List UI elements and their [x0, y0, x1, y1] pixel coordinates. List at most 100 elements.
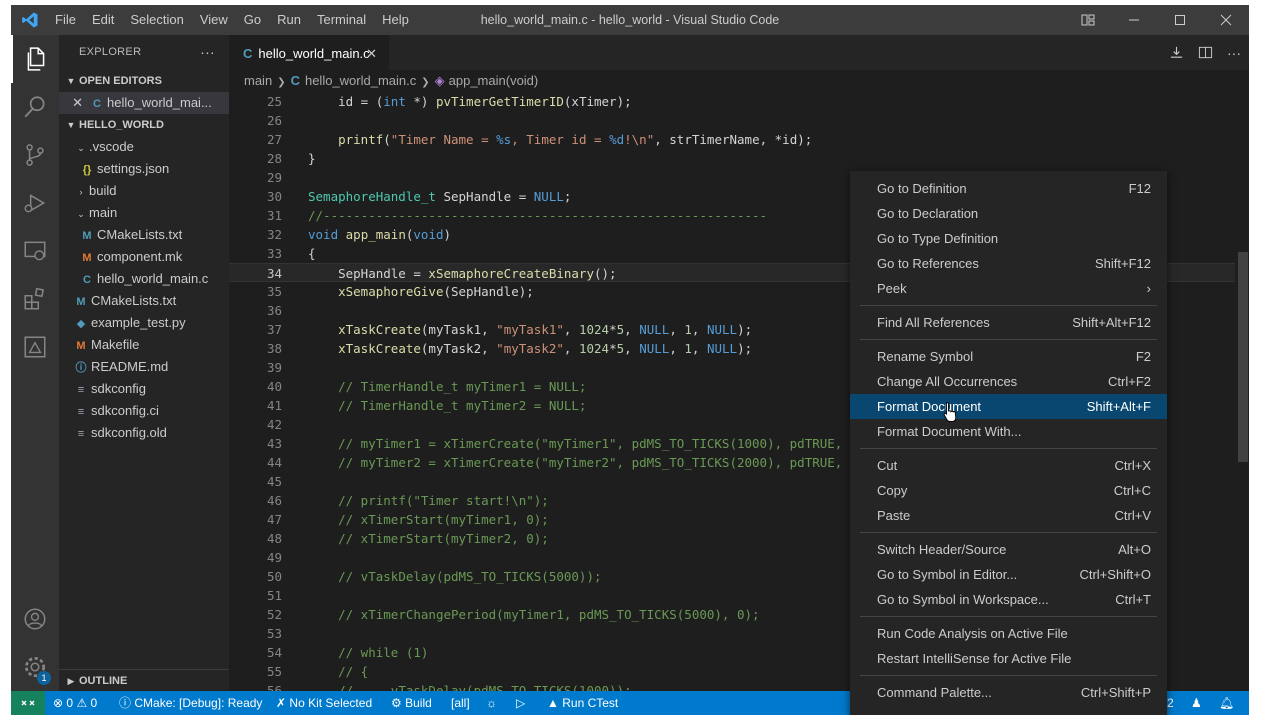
menu-view[interactable]: View — [192, 5, 236, 35]
compare-icon[interactable] — [1169, 45, 1184, 60]
code-line[interactable]: 27 printf("Timer Name = %s, Timer id = %… — [229, 130, 1249, 149]
menu-item-cut[interactable]: Cut Ctrl+X — [850, 453, 1167, 478]
tab-hello-world-main[interactable]: Chello_world_main.c ✕ — [229, 35, 389, 70]
cmake-status[interactable]: ⓘ CMake: [Debug]: Ready — [119, 691, 262, 715]
config-file-icon: ≡ — [77, 428, 85, 440]
status-count[interactable]: 2 — [1167, 691, 1174, 715]
line-number: 33 — [266, 246, 282, 261]
menu-item-change-all-occurrences[interactable]: Change All Occurrences Ctrl+F2 — [850, 369, 1167, 394]
launch-play-icon[interactable]: ▷ — [516, 691, 525, 715]
menu-item-find-all-references[interactable]: Find All References Shift+Alt+F12 — [850, 310, 1167, 335]
code-line[interactable]: 25 id = (int *) pvTimerGetTimerID(xTimer… — [229, 92, 1249, 111]
file-item[interactable]: Chello_world_main.c — [59, 268, 229, 290]
menu-item-command-palette[interactable]: Command Palette... Ctrl+Shift+P — [850, 680, 1167, 705]
more-editor-actions-icon[interactable]: ··· — [1227, 45, 1241, 61]
code-line[interactable]: 26 — [229, 111, 1249, 130]
menu-edit[interactable]: Edit — [84, 5, 122, 35]
folder-item[interactable]: › build — [59, 180, 229, 202]
menu-terminal[interactable]: Terminal — [309, 5, 374, 35]
vscode-logo-icon[interactable] — [21, 11, 39, 29]
menu-item-go-to-references[interactable]: Go to References Shift+F12 — [850, 251, 1167, 276]
gear-icon: ⚙ — [391, 696, 402, 710]
file-item[interactable]: M CMakeLists.txt — [59, 224, 229, 246]
menu-file[interactable]: File — [47, 5, 84, 35]
open-editor-item[interactable]: ✕ Chello_world_mai... — [59, 92, 229, 114]
cmake-icon[interactable] — [11, 323, 59, 371]
menu-item-restart-intellisense-for-active-file[interactable]: Restart IntelliSense for Active File — [850, 646, 1167, 671]
problems-indicator[interactable]: ⊗ 0 ⚠ 0 — [53, 691, 97, 715]
cmake-file-icon: M — [82, 230, 92, 242]
file-item[interactable]: M CMakeLists.txt — [59, 290, 229, 312]
menu-item-go-to-definition[interactable]: Go to Definition F12 — [850, 176, 1167, 201]
build-target[interactable]: [all] — [451, 691, 470, 715]
cmake-file-icon: M — [76, 296, 86, 308]
explorer-icon[interactable] — [11, 35, 59, 83]
code-text: // xTimerStart(myTimer2, 0); — [338, 531, 549, 546]
remote-indicator-icon[interactable] — [11, 691, 45, 715]
menu-item-paste[interactable]: Paste Ctrl+V — [850, 503, 1167, 528]
file-item[interactable]: ⓘ README.md — [59, 356, 229, 378]
breadcrumb-file[interactable]: hello_world_main.c — [305, 73, 416, 88]
scrollbar-thumb[interactable] — [1238, 252, 1248, 462]
c-file-icon: C — [243, 46, 253, 61]
menu-item-go-to-symbol-in-editor[interactable]: Go to Symbol in Editor... Ctrl+Shift+O — [850, 562, 1167, 587]
extensions-icon[interactable] — [11, 275, 59, 323]
menu-item-go-to-type-definition[interactable]: Go to Type Definition — [850, 226, 1167, 251]
build-button[interactable]: ⚙ Build — [391, 691, 432, 715]
folder-section[interactable]: ▼ HELLO_WORLD — [59, 114, 229, 136]
info-icon: ⓘ — [119, 696, 132, 710]
hand-cursor-icon — [943, 402, 957, 422]
run-ctest-button[interactable]: ▲ Run CTest — [547, 691, 618, 715]
code-text: xTaskCreate(myTask2, "myTask2", 1024*5, … — [338, 341, 753, 356]
folder-item[interactable]: ⌄ .vscode — [59, 136, 229, 158]
code-text: xTaskCreate(myTask1, "myTask1", 1024*5, … — [338, 322, 753, 337]
menu-item-format-document-with[interactable]: Format Document With... — [850, 419, 1167, 444]
debug-bug-icon[interactable]: ☼ — [486, 691, 497, 715]
menu-item-go-to-declaration[interactable]: Go to Declaration — [850, 201, 1167, 226]
file-item[interactable]: Mcomponent.mk — [59, 246, 229, 268]
split-editor-icon[interactable] — [1198, 45, 1213, 60]
menu-run[interactable]: Run — [269, 5, 309, 35]
close-editor-icon[interactable]: ✕ — [59, 92, 89, 114]
file-item[interactable]: M Makefile — [59, 334, 229, 356]
accounts-icon[interactable] — [11, 595, 59, 643]
layout-icon[interactable] — [1065, 5, 1111, 35]
menu-item-copy[interactable]: Copy Ctrl+C — [850, 478, 1167, 503]
menu-selection[interactable]: Selection — [122, 5, 191, 35]
minimize-icon[interactable] — [1111, 5, 1157, 35]
menu-help[interactable]: Help — [374, 5, 417, 35]
settings-gear-icon[interactable]: 1 — [11, 643, 59, 691]
file-item[interactable]: ≡ sdkconfig.ci — [59, 400, 229, 422]
menu-item-go-to-symbol-in-workspace[interactable]: Go to Symbol in Workspace... Ctrl+T — [850, 587, 1167, 612]
search-icon[interactable] — [11, 83, 59, 131]
editor-scrollbar[interactable] — [1235, 92, 1249, 691]
menu-item-rename-symbol[interactable]: Rename Symbol F2 — [850, 344, 1167, 369]
file-item[interactable]: {} settings.json — [59, 158, 229, 180]
line-number: 40 — [266, 379, 282, 394]
kit-selector[interactable]: ✗ No Kit Selected — [276, 691, 372, 715]
tools-icon: ✗ — [276, 696, 287, 710]
open-editors-section[interactable]: ▼ OPEN EDITORS — [59, 70, 229, 92]
remote-explorer-icon[interactable] — [11, 227, 59, 275]
menu-item-switch-header-source[interactable]: Switch Header/Source Alt+O — [850, 537, 1167, 562]
breadcrumb-symbol[interactable]: app_main(void) — [449, 73, 539, 88]
close-tab-icon[interactable]: ✕ — [366, 36, 377, 71]
file-item[interactable]: ≡ sdkconfig — [59, 378, 229, 400]
notifications-bell-icon[interactable]: 🔔︎ — [1219, 691, 1234, 715]
menu-item-peek[interactable]: Peek › — [850, 276, 1167, 301]
folder-item[interactable]: ⌄ main — [59, 202, 229, 224]
code-line[interactable]: 28} — [229, 149, 1249, 168]
menu-item-run-code-analysis-on-active-file[interactable]: Run Code Analysis on Active File — [850, 621, 1167, 646]
file-item[interactable]: ◆ example_test.py — [59, 312, 229, 334]
outline-section[interactable]: ▶ OUTLINE — [59, 669, 229, 691]
breadcrumb-folder[interactable]: main — [244, 73, 272, 88]
maximize-icon[interactable] — [1157, 5, 1203, 35]
run-debug-icon[interactable] — [11, 179, 59, 227]
close-window-icon[interactable] — [1203, 5, 1249, 35]
menu-go[interactable]: Go — [236, 5, 269, 35]
menu-item-format-document[interactable]: Format Document Shift+Alt+F — [850, 394, 1167, 419]
file-item[interactable]: ≡ sdkconfig.old — [59, 422, 229, 444]
more-actions-icon[interactable]: ··· — [200, 35, 215, 70]
source-control-icon[interactable] — [11, 131, 59, 179]
live-share-icon[interactable]: ♟ — [1191, 691, 1202, 715]
